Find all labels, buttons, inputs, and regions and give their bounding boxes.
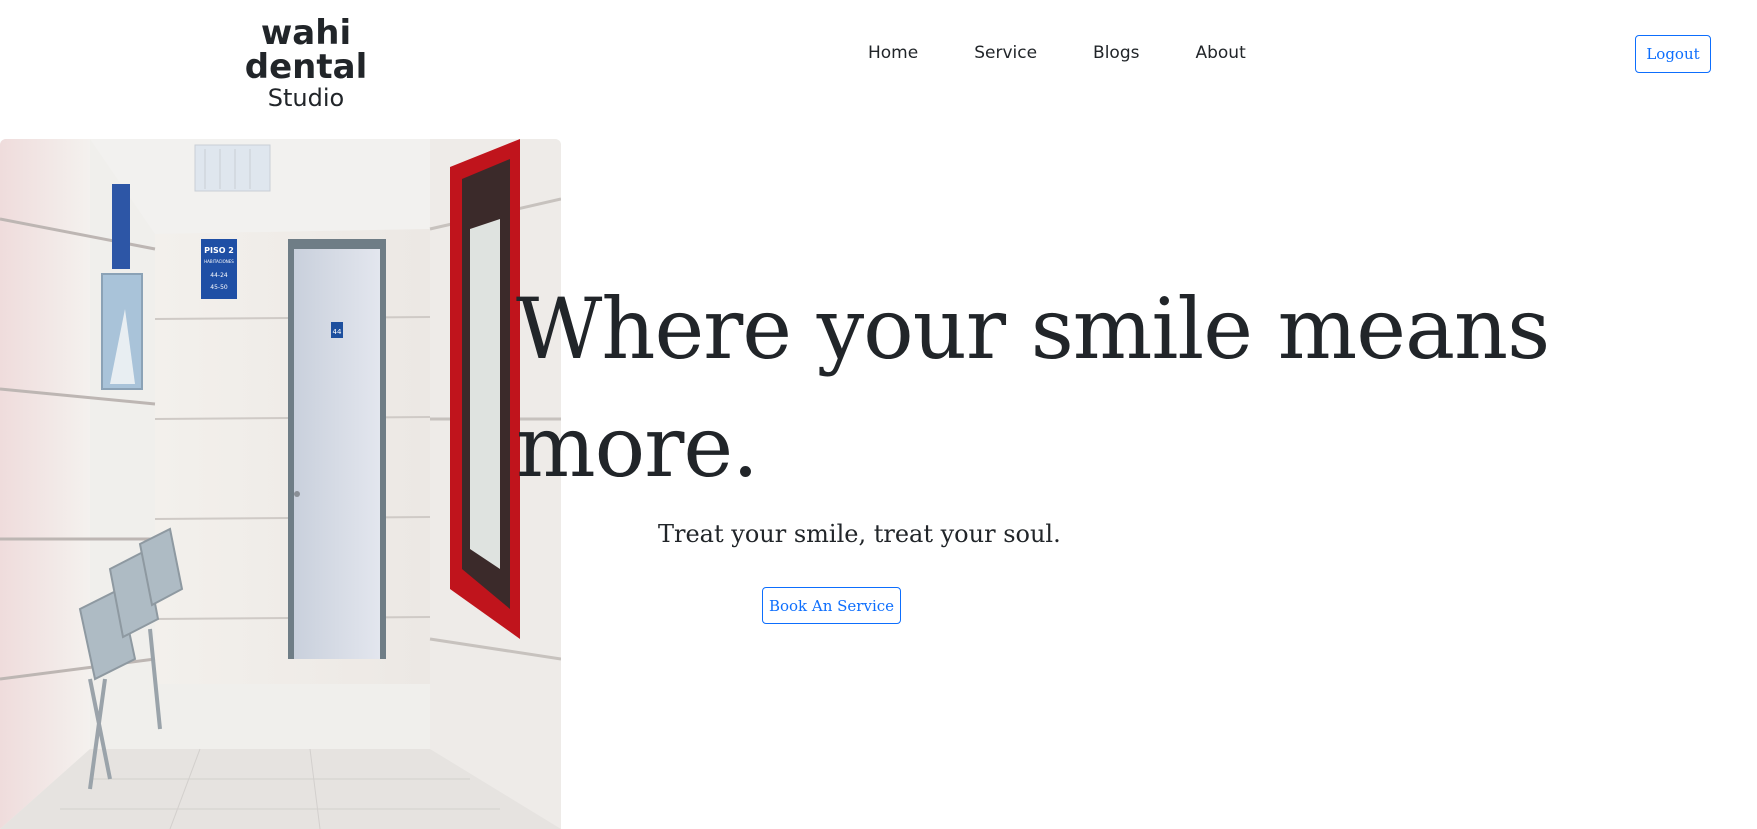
hero-tagline: Treat your smile, treat your soul. [658, 520, 1061, 548]
brand-logo[interactable]: wahi dental Studio [200, 16, 412, 110]
door-number-text: 44 [333, 328, 342, 336]
nav-blogs[interactable]: Blogs [1093, 43, 1139, 63]
brand-subtitle: Studio [267, 84, 345, 112]
floor-sign-title: PISO 2 [204, 246, 234, 255]
logout-button[interactable]: Logout [1635, 35, 1711, 73]
floor-sign-room-a: 44-24 [210, 272, 228, 279]
main-nav: Home Service Blogs About [868, 43, 1302, 63]
book-service-button[interactable]: Book An Service [762, 587, 901, 624]
brand-name: wahi dental [244, 13, 368, 87]
nav-home[interactable]: Home [868, 43, 918, 63]
hero-headline: Where your smile means more. [516, 280, 1550, 496]
nav-service[interactable]: Service [974, 43, 1037, 63]
floor-sign-room-b: 45-50 [210, 284, 228, 291]
floor-sign-subtitle: HABITACIONES [204, 259, 234, 264]
nav-about[interactable]: About [1195, 43, 1245, 63]
hero-image: 44 PISO 2 HABITACIONES 44-24 45-50 [0, 139, 561, 829]
